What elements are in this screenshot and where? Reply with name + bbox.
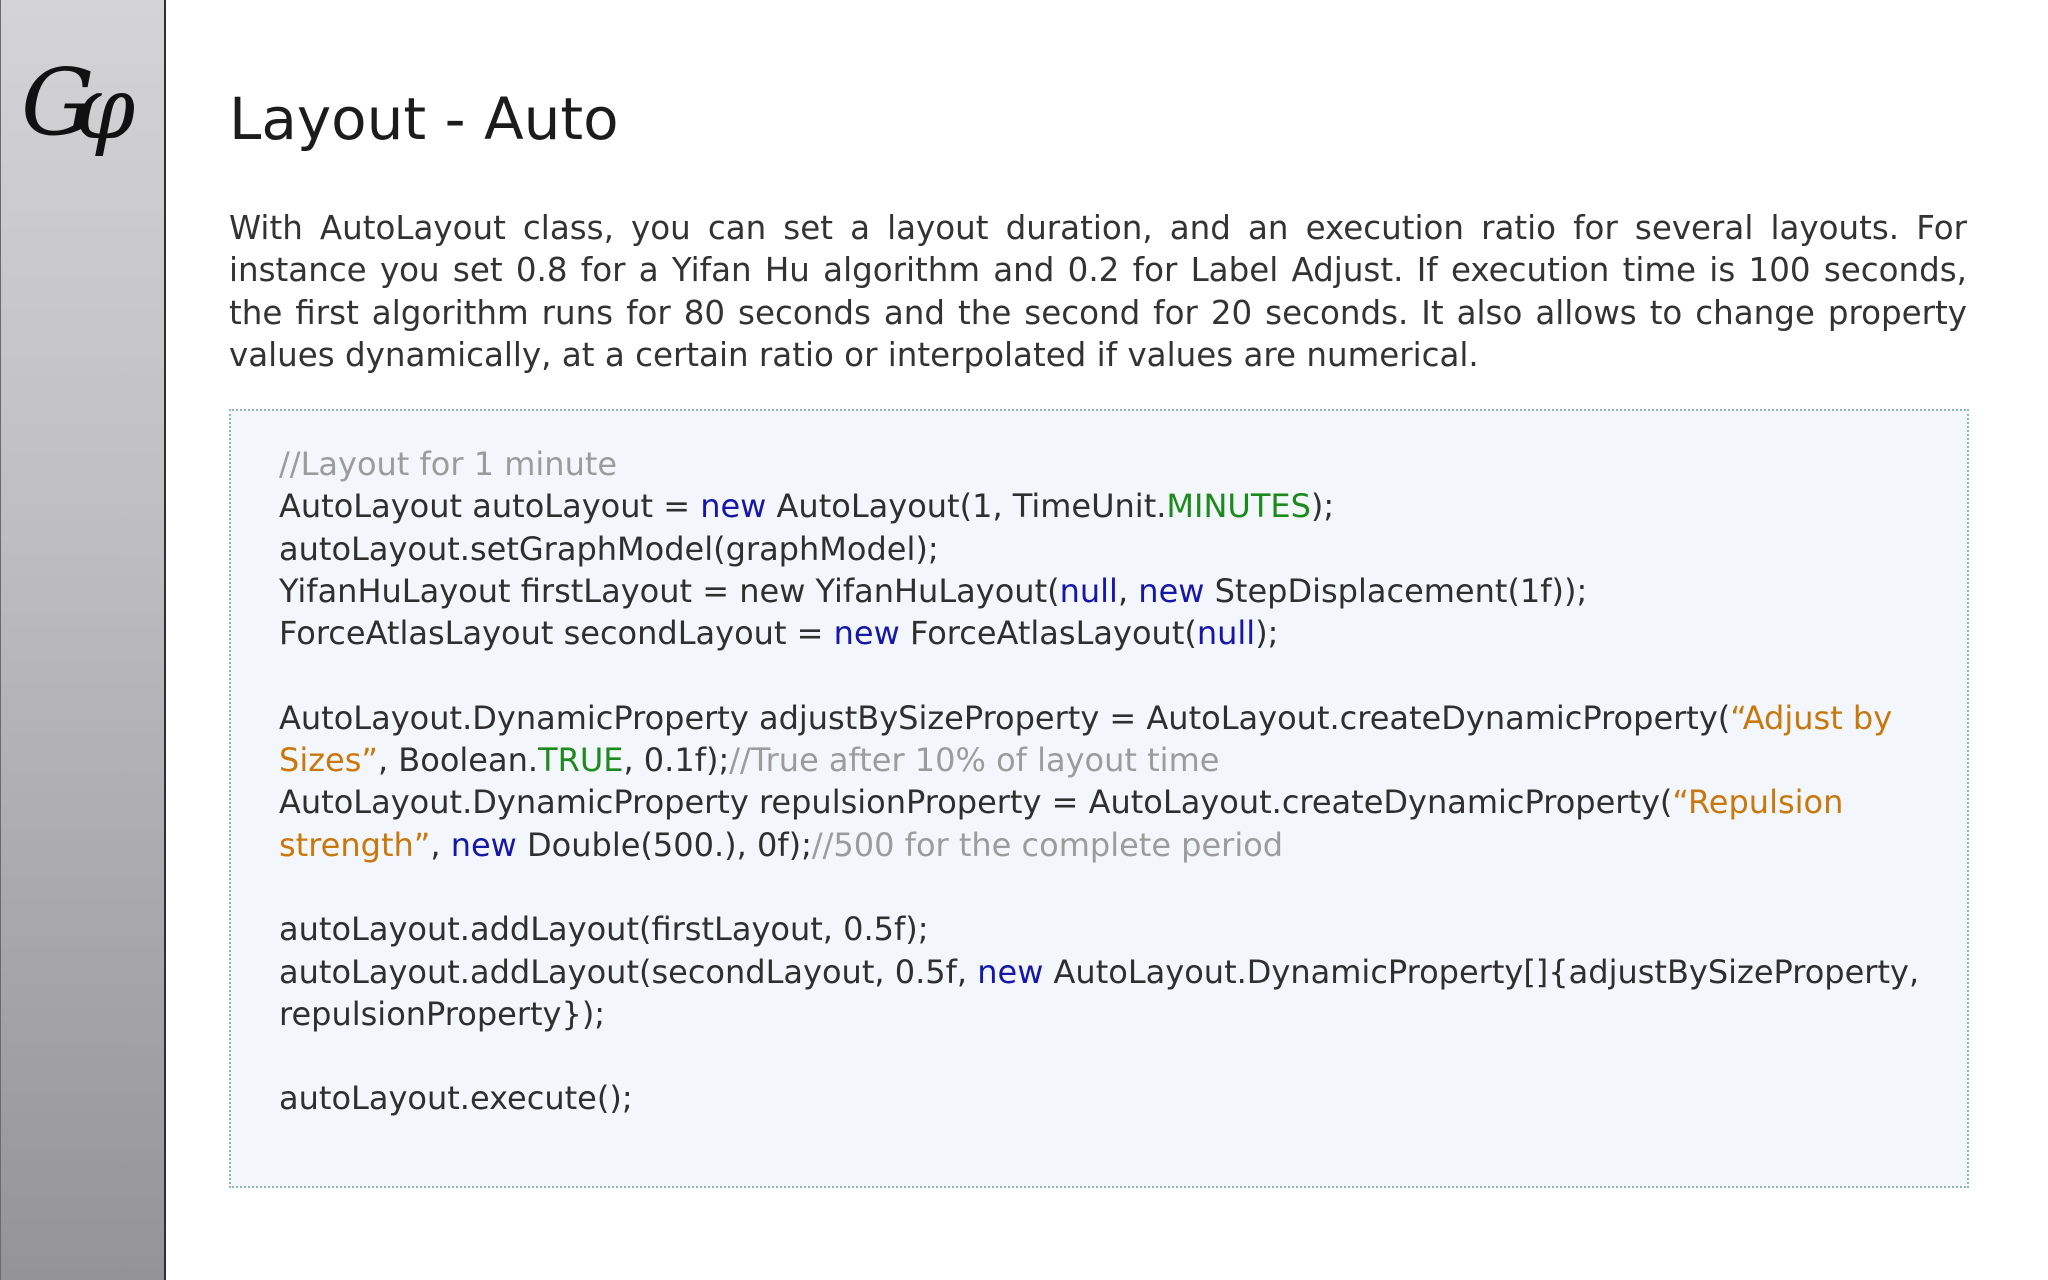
code-text: AutoLayout.DynamicProperty adjustBySizeP… <box>279 698 1731 737</box>
code-string: strength” <box>279 825 431 864</box>
code-keyword: new <box>450 825 517 864</box>
code-line: repulsionProperty}); <box>279 993 1919 1035</box>
logo-letter-phi: φ <box>75 59 135 159</box>
code-keyword: new <box>700 487 767 526</box>
code-text: repulsionProperty}); <box>279 994 606 1033</box>
code-keyword: null <box>1196 614 1256 653</box>
code-text: AutoLayout.DynamicProperty repulsionProp… <box>279 783 1673 822</box>
code-line: YifanHuLayout firstLayout = new YifanHuL… <box>279 570 1919 612</box>
code-keyword: new <box>833 614 900 653</box>
code-text: StepDisplacement(1f)); <box>1204 571 1588 610</box>
code-line: autoLayout.execute(); <box>279 1077 1919 1119</box>
code-text: , <box>430 825 451 864</box>
code-text: Double(500.), 0f); <box>516 825 812 864</box>
code-constant: TRUE <box>538 741 624 780</box>
code-line: autoLayout.addLayout(secondLayout, 0.5f,… <box>279 951 1919 993</box>
code-constant: MINUTES <box>1166 487 1311 526</box>
code-text: , Boolean. <box>377 741 539 780</box>
code-line: AutoLayout.DynamicProperty repulsionProp… <box>279 781 1919 823</box>
code-text: autoLayout.setGraphModel(graphModel); <box>279 529 939 568</box>
code-text: autoLayout.addLayout(firstLayout, 0.5f); <box>279 910 929 949</box>
slide-description: With AutoLayout class, you can set a lay… <box>229 209 1967 374</box>
code-string: “Repulsion <box>1672 783 1844 822</box>
code-keyword: new <box>977 952 1044 991</box>
code-line: strength”, new Double(500.), 0f);//500 f… <box>279 824 1919 866</box>
code-line: autoLayout.addLayout(firstLayout, 0.5f); <box>279 908 1919 950</box>
code-comment: //True after 10% of layout time <box>729 741 1220 780</box>
code-text: AutoLayout(1, TimeUnit. <box>766 487 1167 526</box>
code-body: //Layout for 1 minute AutoLayout autoLayo… <box>279 443 1919 1120</box>
code-string: “Adjust by <box>1730 698 1893 737</box>
code-line: Sizes”, Boolean.TRUE, 0.1f);//True after… <box>279 739 1919 781</box>
code-text: YifanHuLayout firstLayout = new YifanHuL… <box>279 571 1060 610</box>
code-line: //Layout for 1 minute <box>279 443 1919 485</box>
code-text: , 0.1f); <box>623 741 730 780</box>
gephi-logo-icon: G φ <box>23 49 135 159</box>
code-text: ForceAtlasLayout( <box>899 614 1197 653</box>
code-keyword: null <box>1059 571 1118 610</box>
code-line: AutoLayout.DynamicProperty adjustBySizeP… <box>279 697 1919 739</box>
code-text: autoLayout.addLayout(secondLayout, 0.5f, <box>279 952 978 991</box>
code-line: autoLayout.setGraphModel(graphModel); <box>279 528 1919 570</box>
code-text: ); <box>1255 614 1279 653</box>
code-comment: //500 for the complete period <box>811 825 1284 864</box>
code-text: autoLayout.execute(); <box>279 1079 633 1118</box>
code-text: , <box>1117 571 1139 610</box>
code-line: AutoLayout autoLayout = new AutoLayout(1… <box>279 485 1919 527</box>
code-text: ForceAtlasLayout secondLayout = <box>279 614 834 653</box>
code-text: ); <box>1310 487 1335 526</box>
code-string: Sizes” <box>279 741 378 780</box>
code-line: ForceAtlasLayout secondLayout = new Forc… <box>279 612 1919 654</box>
code-text: AutoLayout.DynamicProperty[]{adjustBySiz… <box>1043 952 1920 991</box>
code-comment: //Layout for 1 minute <box>279 445 618 483</box>
sidebar: G φ <box>0 0 166 1280</box>
slide-title: Layout - Auto <box>229 85 619 153</box>
code-text: AutoLayout autoLayout = <box>279 487 701 526</box>
code-keyword: new <box>1138 571 1205 610</box>
code-block: //Layout for 1 minute AutoLayout autoLayo… <box>229 409 1969 1188</box>
